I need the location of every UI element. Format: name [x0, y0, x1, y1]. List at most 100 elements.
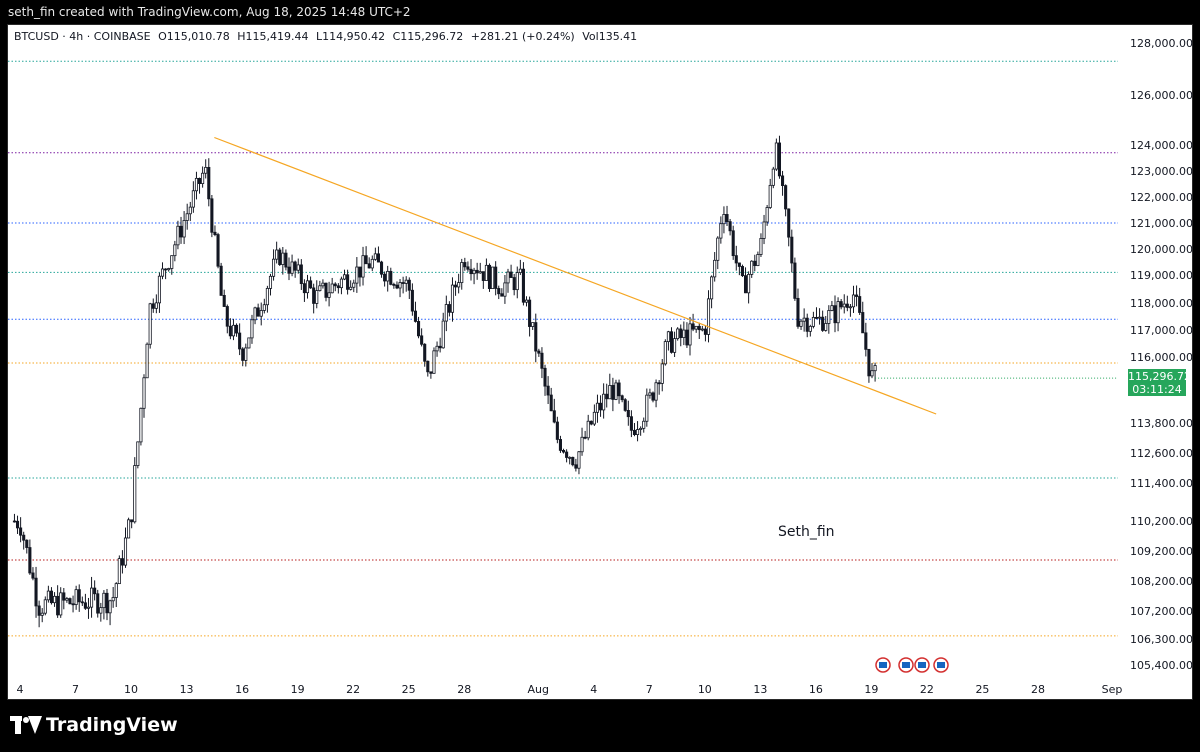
candle-body — [870, 370, 874, 377]
y-tick-label: 108,200.00 — [1130, 575, 1193, 588]
candle-body — [244, 347, 248, 361]
candle-body — [605, 393, 609, 400]
candle-body — [642, 420, 646, 429]
y-tick-label: 106,300.00 — [1130, 633, 1193, 646]
candle-body — [330, 283, 334, 294]
candle-body — [37, 605, 41, 616]
event-flag-icon-inner-2 — [918, 662, 926, 668]
legend-change: +281.21 (+0.24%) — [470, 30, 575, 43]
candle-body — [722, 214, 726, 225]
candle-body — [845, 303, 849, 308]
y-tick-label: 128,000.00 — [1130, 37, 1193, 50]
candle-body — [99, 607, 103, 614]
candle-body — [367, 263, 371, 269]
candle-body — [395, 284, 399, 289]
candle-body — [734, 255, 738, 264]
candle-body — [321, 282, 325, 287]
candle-body — [231, 324, 236, 337]
candle-body — [515, 272, 519, 291]
candle-body — [43, 599, 47, 614]
candle-body — [15, 520, 20, 529]
last-price-tag: 115,296.72 03:11:24 — [1128, 369, 1191, 396]
candle-body — [423, 343, 427, 362]
candle-body — [833, 305, 837, 324]
candle-body — [531, 322, 535, 327]
candle-body — [194, 177, 198, 192]
x-tick-label: 10 — [124, 683, 138, 696]
last-price-value: 115,296.72 — [1128, 370, 1191, 383]
candle-body — [629, 416, 633, 431]
candle-body — [839, 301, 843, 308]
x-tick-label: 25 — [402, 683, 416, 696]
event-flag-icon-inner-3 — [937, 662, 945, 668]
tradingview-logo[interactable]: TradingView — [10, 714, 178, 736]
candle-body — [80, 601, 84, 604]
candle-body — [706, 298, 711, 335]
candle-body — [176, 225, 180, 246]
candle-body — [583, 436, 587, 439]
candle-body — [401, 282, 405, 284]
y-tick-label: 109,200.00 — [1130, 545, 1193, 558]
candle-body — [148, 303, 152, 345]
candle-body — [836, 301, 840, 324]
candle-body — [561, 450, 566, 453]
x-tick-label: 16 — [235, 683, 249, 696]
candle-body — [861, 312, 865, 334]
x-tick-label: 16 — [809, 683, 823, 696]
candle-body — [703, 328, 707, 335]
candle-body — [349, 286, 353, 290]
candle-body — [19, 527, 23, 536]
candle-body — [781, 175, 785, 186]
candle-body — [59, 592, 63, 616]
candle-body — [336, 285, 340, 289]
candle-body — [179, 225, 183, 238]
candle-body — [700, 328, 704, 331]
candle-body — [228, 325, 232, 337]
candle-body — [53, 595, 57, 604]
candle-body — [420, 335, 424, 345]
candle-body — [324, 282, 328, 298]
candle-body — [56, 595, 60, 616]
candle-body — [771, 168, 775, 186]
candle-body — [713, 259, 717, 278]
x-tick-label: 22 — [920, 683, 934, 696]
candle-body — [577, 451, 581, 469]
x-tick-label: 19 — [864, 683, 878, 696]
candle-body — [503, 282, 507, 297]
candle-body — [225, 306, 229, 327]
candle-body — [71, 603, 75, 606]
candle-body — [580, 436, 584, 453]
candle-body — [543, 367, 547, 387]
candle-body — [648, 392, 652, 396]
candle-body — [818, 316, 822, 319]
footer-bar: TradingView — [0, 700, 1200, 752]
candle-body — [438, 345, 442, 349]
candle-body — [157, 275, 161, 304]
candle-body — [666, 331, 670, 343]
candle-body — [191, 190, 195, 208]
candle-body — [679, 328, 683, 338]
chart-area[interactable]: 128,000.00 126,000.00 124,000.00 123,000.00… — [7, 24, 1193, 700]
candle-body — [77, 589, 81, 603]
event-flag-icon-inner-0 — [879, 662, 887, 668]
candle-body — [697, 325, 701, 331]
event-flag-icon-inner-1 — [902, 662, 910, 668]
candle-body — [716, 237, 720, 261]
candle-body — [521, 268, 525, 303]
candle-body — [549, 394, 553, 412]
candle-body — [327, 292, 331, 298]
candlestick-chart[interactable]: 128,000.00 126,000.00 124,000.00 123,000.00… — [8, 25, 1194, 701]
candle-body — [136, 441, 140, 466]
legend-close: C115,296.72 — [392, 30, 464, 43]
candle-body — [31, 572, 35, 579]
candle-body — [639, 427, 643, 430]
candle-body — [96, 593, 100, 614]
candle-body — [626, 410, 630, 418]
candle-body — [830, 305, 834, 311]
candle-body — [478, 271, 482, 274]
candle-body — [302, 283, 306, 294]
candle-body — [873, 365, 877, 372]
x-tick-label: 4 — [17, 683, 24, 696]
candle-body — [460, 262, 464, 284]
candle-body — [207, 166, 211, 200]
